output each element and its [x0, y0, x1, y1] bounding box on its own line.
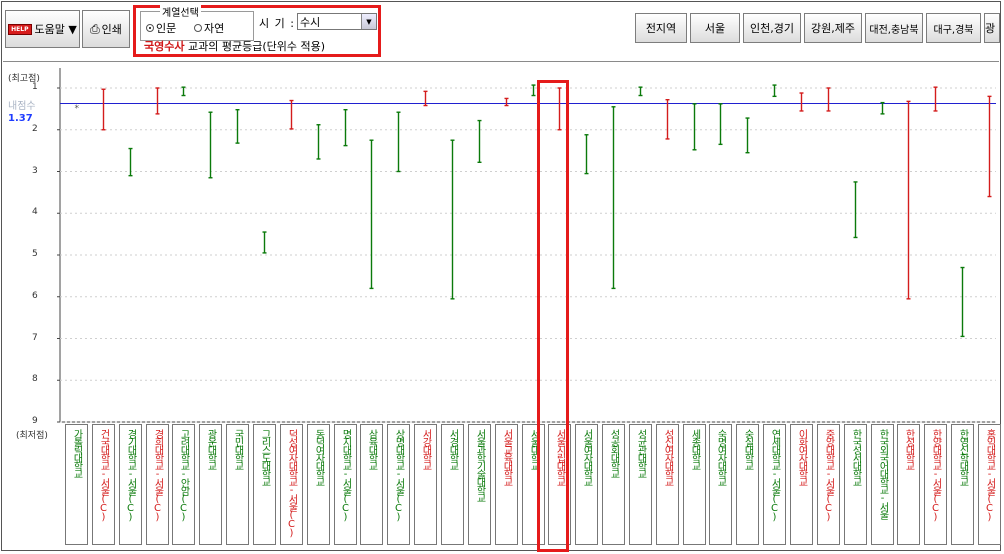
university-label-button[interactable]: 서강대학교 — [414, 424, 437, 545]
university-name: 가톨릭대학교 — [71, 429, 82, 477]
university-name: 광운대학교 — [205, 429, 216, 469]
university-label-button[interactable]: 한국외국어대학교-서울 — [871, 424, 894, 545]
university-name: 이화여자대학교 — [796, 429, 807, 485]
university-label-button[interactable]: 세종대학교 — [683, 424, 706, 545]
university-label-button[interactable]: 홍익대학교-서울(C) — [978, 424, 1001, 545]
university-label-button[interactable]: 명지대학교-서울(C) — [334, 424, 357, 545]
university-label-button[interactable]: 고려대학교-안암(C) — [172, 424, 195, 545]
university-name: 한영신학대학교 — [957, 429, 968, 485]
university-name: 한성대학교 — [903, 429, 914, 469]
university-name: 숭실대학교 — [742, 429, 753, 469]
university-label-button[interactable]: 이화여자대학교 — [790, 424, 813, 545]
university-label-button[interactable]: 성신여자대학교 — [656, 424, 679, 545]
university-label-button[interactable]: 한영신학대학교 — [951, 424, 974, 545]
university-label-button[interactable]: 서울대학교 — [522, 424, 545, 545]
university-name: 국민대학교 — [232, 429, 243, 469]
university-label-button[interactable]: 서울시립대학교 — [548, 424, 571, 545]
university-label-button[interactable]: 서울과학기술대학교 — [468, 424, 491, 545]
university-label-button[interactable]: 연세대학교-서울(C) — [763, 424, 786, 545]
university-label-button[interactable]: 그리스도대학교 — [253, 424, 276, 545]
y-tick-label: 9 — [32, 416, 38, 426]
university-label-button[interactable]: 서울여자대학교 — [575, 424, 598, 545]
university-name: 홍익대학교-서울(C) — [984, 429, 995, 521]
y-tick-label: 5 — [32, 249, 38, 259]
university-name: 서울교육대학교 — [501, 429, 512, 485]
my-score-value: 1.37 — [8, 113, 33, 124]
university-label-button[interactable]: 건국대학교-서울(C) — [92, 424, 115, 545]
university-name: 한양대학교-서울(C) — [930, 429, 941, 521]
university-name: 상명대학교-서울(C) — [393, 429, 404, 521]
university-label-button[interactable]: 경희대학교-서울(C) — [146, 424, 169, 545]
university-label-button[interactable]: 중앙대학교-서울(C) — [817, 424, 840, 545]
axis-bottom-label: (최저점) — [16, 431, 48, 441]
university-label-button[interactable]: 성공회대학교 — [602, 424, 625, 545]
university-label-button[interactable]: 숭실대학교 — [736, 424, 759, 545]
university-label-button[interactable]: 경기대학교-서울(C) — [119, 424, 142, 545]
no-data-marker: * — [75, 104, 80, 114]
university-name: 서경대학교 — [447, 429, 458, 469]
university-label-button[interactable]: 광운대학교 — [199, 424, 222, 545]
university-name: 서강대학교 — [420, 429, 431, 469]
y-tick-label: 3 — [32, 165, 38, 176]
university-name: 세종대학교 — [689, 429, 700, 469]
university-name: 건국대학교-서울(C) — [98, 429, 109, 521]
university-label-button[interactable]: 서경대학교 — [441, 424, 464, 545]
university-name: 성신여자대학교 — [662, 429, 673, 485]
university-label-button[interactable]: 동덕여자대학교 — [307, 424, 330, 545]
y-tick-label: 8 — [32, 374, 38, 385]
university-label-button[interactable]: 한양대학교-서울(C) — [924, 424, 947, 545]
y-tick-label: 6 — [32, 290, 38, 301]
university-name: 덕성여자대학교-서울(C) — [286, 429, 297, 537]
university-name: 경희대학교-서울(C) — [152, 429, 163, 521]
y-tick-label: 4 — [32, 207, 38, 218]
university-label-button[interactable]: 덕성여자대학교-서울(C) — [280, 424, 303, 545]
university-name: 성공회대학교 — [608, 429, 619, 477]
y-tick-label: 7 — [32, 332, 38, 343]
university-label-button[interactable]: 숙명여자대학교 — [709, 424, 732, 545]
university-name: 한국외국어대학교-서울 — [877, 429, 888, 518]
y-tick-label: 1 — [32, 82, 38, 92]
university-name: 그리스도대학교 — [259, 429, 270, 485]
y-tick-label: 2 — [32, 123, 38, 134]
university-name: 서울대학교 — [528, 429, 539, 469]
university-label-button[interactable]: 한성대학교 — [897, 424, 920, 545]
university-name: 성균관대학교 — [635, 429, 646, 477]
university-name: 연세대학교-서울(C) — [769, 429, 780, 521]
university-name: 명지대학교-서울(C) — [340, 429, 351, 521]
my-score-label: 내점수 1.37 — [8, 101, 44, 125]
university-name: 서울여자대학교 — [581, 429, 592, 485]
university-label-button[interactable]: 한국성서대학교 — [844, 424, 867, 545]
university-label-button[interactable]: 성균관대학교 — [629, 424, 652, 545]
my-score-title: 내점수 — [8, 101, 36, 112]
university-name: 서울과학기술대학교 — [474, 429, 485, 501]
university-name: 서울시립대학교 — [554, 429, 565, 485]
university-name: 한국성서대학교 — [850, 429, 861, 485]
university-name: 동덕여자대학교 — [313, 429, 324, 485]
university-label-button[interactable]: 상명대학교-서울(C) — [387, 424, 410, 545]
university-name: 숙명여자대학교 — [715, 429, 726, 485]
university-name: 삼육대학교 — [366, 429, 377, 469]
university-label-button[interactable]: 서울교육대학교 — [495, 424, 518, 545]
university-name: 고려대학교-안암(C) — [178, 429, 189, 521]
university-label-button[interactable]: 삼육대학교 — [360, 424, 383, 545]
university-label-button[interactable]: 가톨릭대학교 — [65, 424, 88, 545]
university-label-button[interactable]: 국민대학교 — [226, 424, 249, 545]
university-name: 경기대학교-서울(C) — [125, 429, 136, 521]
university-name: 중앙대학교-서울(C) — [823, 429, 834, 521]
